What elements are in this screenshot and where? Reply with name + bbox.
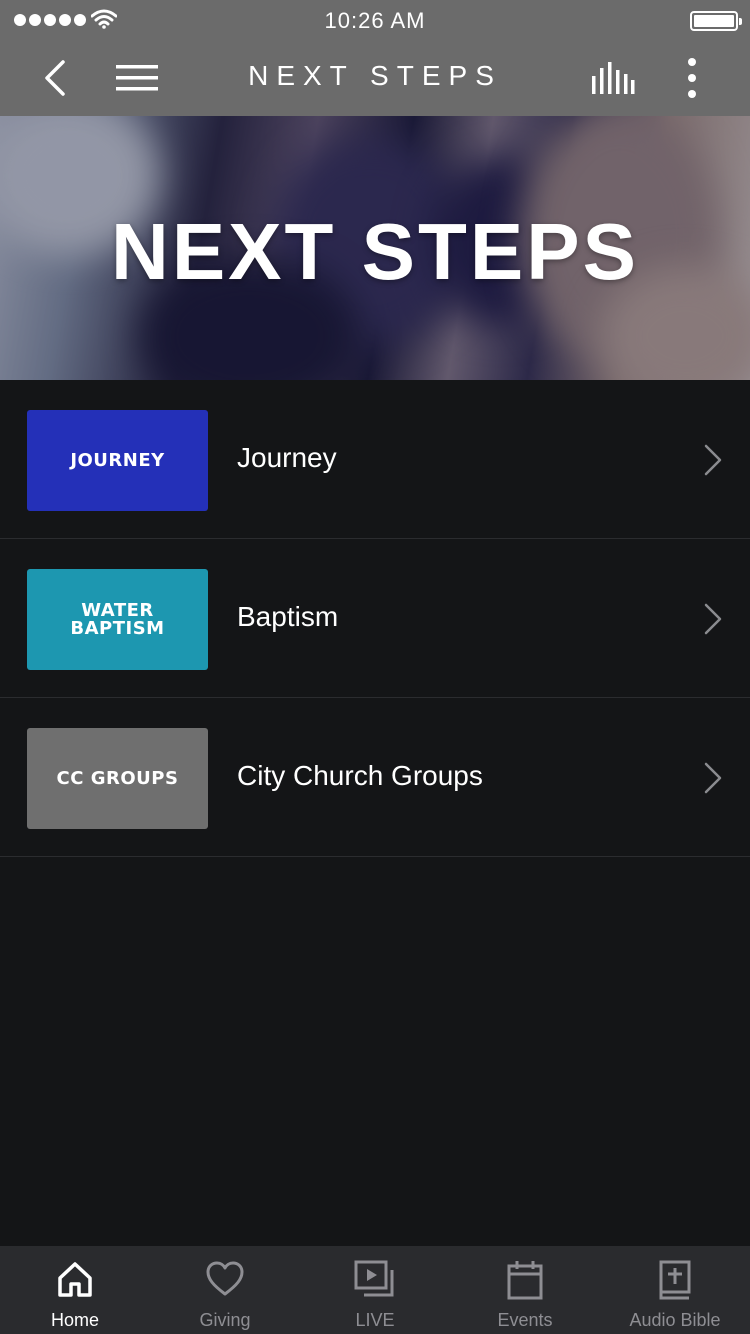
nav-bar: NEXT STEPS: [0, 40, 750, 116]
tab-label: Home: [50, 1310, 99, 1330]
tab-giving[interactable]: Giving: [150, 1246, 300, 1334]
home-icon: [58, 1262, 92, 1297]
audio-button[interactable]: [586, 40, 640, 116]
more-button[interactable]: [672, 40, 712, 116]
list-item-baptism[interactable]: WATER BAPTISM Baptism: [0, 539, 750, 698]
heart-icon: [206, 1261, 244, 1296]
status-bar: 10:26 AM: [0, 0, 750, 40]
thumbnail-text: CC GROUPS: [56, 767, 179, 789]
chevron-right-icon: [704, 603, 722, 635]
chevron-right-icon: [704, 762, 722, 794]
tab-audio-bible[interactable]: Audio Bible: [600, 1246, 750, 1334]
list-item-groups[interactable]: CC GROUPS City Church Groups: [0, 698, 750, 857]
more-vertical-icon: [688, 58, 696, 98]
list-item-label: Baptism: [237, 601, 339, 632]
journey-thumbnail: JOURNEY: [27, 410, 208, 511]
status-time: 10:26 AM: [324, 8, 426, 33]
tab-home[interactable]: Home: [0, 1246, 150, 1334]
list-item-label: City Church Groups: [237, 760, 483, 791]
groups-thumbnail: CC GROUPS: [27, 728, 208, 829]
hero-title: NEXT STEPS: [111, 207, 639, 296]
list-item-journey[interactable]: JOURNEY Journey: [0, 380, 750, 539]
tab-label: Audio Bible: [629, 1310, 721, 1330]
tab-label: Events: [497, 1310, 553, 1330]
baptism-thumbnail: WATER BAPTISM: [27, 569, 208, 670]
bible-icon: [659, 1260, 691, 1300]
chevron-right-icon: [704, 444, 722, 476]
thumbnail-text: WATER BAPTISM: [70, 599, 165, 639]
hero-banner: NEXT STEPS: [0, 116, 750, 380]
tab-live[interactable]: LIVE: [300, 1246, 450, 1334]
equalizer-icon: [592, 62, 635, 94]
list-item-label: Journey: [237, 442, 337, 473]
next-steps-list: JOURNEY Journey WATER BAPTISM Baptism CC …: [0, 380, 750, 857]
tab-label: Giving: [199, 1310, 251, 1330]
thumbnail-text: JOURNEY: [70, 449, 165, 471]
video-play-icon: [354, 1260, 394, 1297]
battery-icon: [690, 11, 742, 31]
calendar-icon: [507, 1261, 543, 1300]
tab-label: LIVE: [355, 1310, 395, 1330]
tab-events[interactable]: Events: [450, 1246, 600, 1334]
tab-bar: Home Giving LIVE Events Audio Bible: [0, 1246, 750, 1334]
